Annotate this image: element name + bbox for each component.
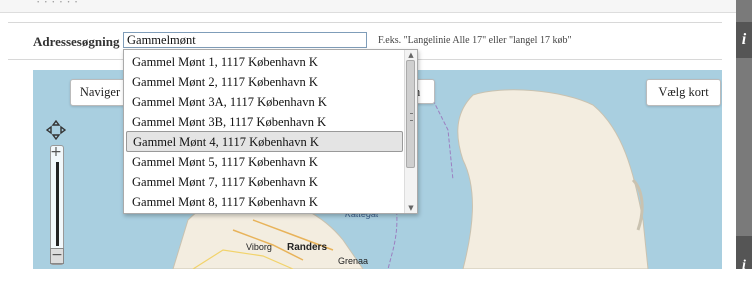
- map-label-grenaa: Grenaa: [338, 256, 369, 266]
- zoom-out-icon[interactable]: −: [50, 248, 64, 264]
- suggestion-item[interactable]: Gammel Mønt 5, 1117 København K: [126, 152, 403, 173]
- suggestion-item[interactable]: Gammel Mønt 7, 1117 København K: [126, 172, 403, 193]
- info-icon: i: [742, 258, 746, 273]
- zoom-track[interactable]: [56, 162, 59, 246]
- scrollbar-thumb[interactable]: [406, 60, 415, 168]
- zoom-slider[interactable]: + −: [50, 145, 64, 265]
- dropdown-scrollbar[interactable]: ▲ ▼: [404, 50, 417, 213]
- suggestion-item[interactable]: Gammel Mønt 1, 1117 København K: [126, 52, 403, 73]
- info-tab[interactable]: i: [736, 22, 752, 58]
- address-search-hint: F.eks. "Langelinie Alle 17" eller "lange…: [378, 35, 572, 46]
- map-label-viborg: Viborg: [246, 242, 272, 252]
- scrollbar-grip: [410, 113, 413, 121]
- address-search-label: Adressesøgning: [33, 34, 120, 49]
- zoom-in-icon[interactable]: +: [50, 145, 62, 160]
- info-icon: i: [741, 31, 747, 48]
- suggestion-item[interactable]: Gammel Mønt 8, 1117 København K: [126, 192, 403, 213]
- suggestion-item[interactable]: Gammel Mønt 3A, 1117 København K: [126, 92, 403, 113]
- map-label-randers: Randers: [287, 242, 328, 253]
- suggestion-item[interactable]: Gammel Mønt 3B, 1117 København K: [126, 112, 403, 133]
- top-strip-text: · · · · · ·: [36, 0, 79, 9]
- scroll-down-icon[interactable]: ▼: [407, 204, 415, 212]
- scroll-up-icon[interactable]: ▲: [407, 51, 415, 59]
- suggestion-item-selected[interactable]: Gammel Mønt 4, 1117 København K: [126, 131, 403, 152]
- top-strip: · · · · · ·: [0, 0, 752, 13]
- address-search-input[interactable]: [123, 32, 367, 48]
- choose-map-button[interactable]: Vælg kort: [646, 79, 721, 106]
- info-tab-lower[interactable]: i: [736, 236, 752, 273]
- address-suggestions-dropdown[interactable]: Gammel Mønt 1, 1117 København K Gammel M…: [123, 49, 418, 214]
- divider: [8, 22, 722, 23]
- navigate-button[interactable]: Naviger: [70, 79, 130, 106]
- suggestion-item[interactable]: Gammel Mønt 2, 1117 København K: [126, 72, 403, 93]
- pan-icon[interactable]: [46, 120, 66, 140]
